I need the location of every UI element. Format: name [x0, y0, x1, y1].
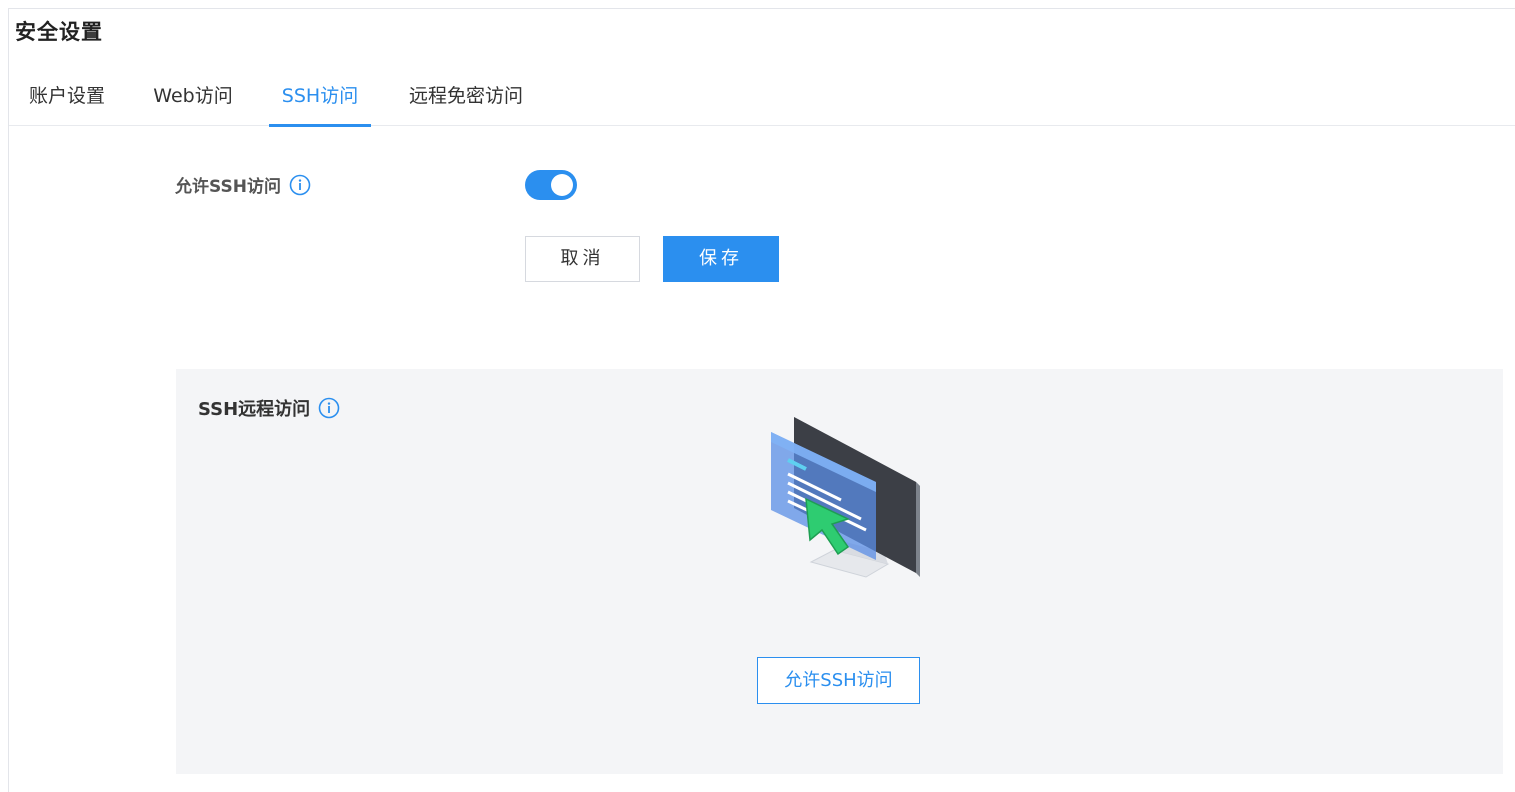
- panel-title-row: SSH远程访问: [198, 395, 340, 421]
- save-button[interactable]: 保存: [663, 236, 779, 282]
- toggle-knob: [551, 174, 573, 196]
- info-icon[interactable]: [289, 174, 311, 196]
- tab-ssh-access[interactable]: SSH访问: [269, 70, 371, 127]
- ssh-remote-access-panel: SSH远程访问 允许SSH访问: [176, 369, 1503, 774]
- tab-remote-passwordless-access[interactable]: 远程免密访问: [405, 70, 527, 125]
- allow-ssh-label: 允许SSH访问: [175, 177, 281, 197]
- monitor-cursor-illustration: [766, 412, 926, 587]
- panel-title: SSH远程访问: [198, 399, 311, 420]
- tab-account-settings[interactable]: 账户设置: [27, 70, 107, 125]
- enable-ssh-button[interactable]: 允许SSH访问: [757, 657, 920, 704]
- info-icon[interactable]: [318, 397, 340, 419]
- tab-web-access[interactable]: Web访问: [150, 70, 236, 125]
- allow-ssh-field: 允许SSH访问: [175, 172, 311, 197]
- page-title: 安全设置: [15, 20, 103, 44]
- cancel-button[interactable]: 取消: [525, 236, 640, 282]
- tab-bar: 账户设置 Web访问 SSH访问 远程免密访问: [9, 70, 1515, 127]
- allow-ssh-toggle[interactable]: [525, 170, 577, 200]
